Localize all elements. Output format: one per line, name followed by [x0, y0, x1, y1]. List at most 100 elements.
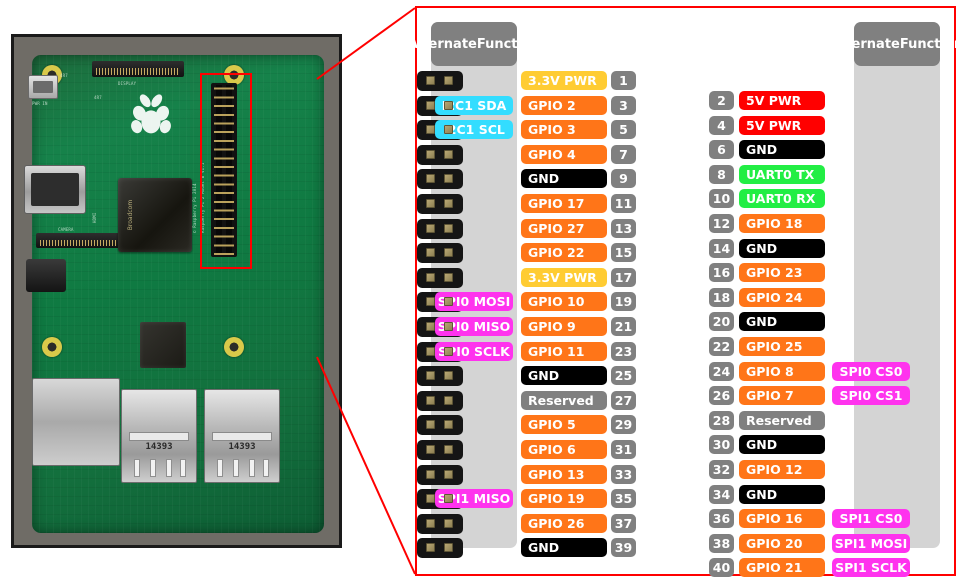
pinout-row: SPI0 MOSI GPIO 10 19 20 GND [417, 292, 954, 332]
pin-name-17: 3.3V PWR [521, 267, 607, 287]
usb-ports-right: 14393 [204, 389, 280, 483]
pin-number-23: 23 [611, 341, 636, 361]
pin-number-15: 15 [611, 243, 636, 263]
pin-name-1: 3.3V PWR [521, 71, 607, 90]
pinout-row: SPI0 SCLK GPIO 11 23 24 GPIO 8 SPI0 CS0 [417, 341, 954, 381]
pinout-row: GPIO 17 11 12 GPIO 18 [417, 194, 954, 233]
pinout-row: I2C1 SDA GPIO 2 3 4 5V PWR [417, 95, 954, 135]
pinout-row: GPIO 4 7 8 UART0 TX [417, 144, 954, 184]
pin-name-23: GPIO 11 [521, 341, 607, 361]
silk-pwr-in: PWR IN [32, 101, 48, 106]
ethernet-connector [32, 378, 120, 466]
pin-number-13: 13 [611, 218, 636, 238]
pin-number-33: 33 [611, 464, 636, 484]
silk-hdmi: HDMI [92, 212, 97, 223]
header-connector-pair-13-14 [417, 218, 463, 239]
pin-number-1: 1 [611, 71, 636, 90]
mounting-hole-bottom-left [42, 337, 62, 357]
micro-usb-power-connector [28, 75, 58, 99]
pinout-row: SPI1 MISO GPIO 19 35 36 GPIO 16 SPI1 CS0 [417, 489, 954, 529]
pinout-row: I2C1 SCL GPIO 3 5 6 GND [417, 120, 954, 160]
pin-name-13: GPIO 27 [521, 218, 607, 238]
pin-number-29: 29 [611, 415, 636, 435]
pin-name-37: GPIO 26 [521, 513, 607, 533]
pin-number-25: 25 [611, 366, 636, 386]
header-connector-pair-31-32 [417, 440, 463, 460]
soc-chip-text: Broadcom [127, 199, 134, 231]
pinout-row: GND 25 26 GPIO 7 SPI0 CS1 [417, 366, 954, 406]
pin-number-37: 37 [611, 513, 636, 533]
header-connector-pair-17-18 [417, 267, 463, 288]
pin-number-39: 39 [611, 538, 636, 558]
gpio-pinout-panel: Alternate Function Alternate Function 3.3V… [408, 6, 961, 578]
header-connector-pair-39-40 [417, 538, 463, 559]
usb-ports-left: 14393 [121, 389, 197, 483]
header-connector-pair-11-12 [417, 194, 463, 214]
pin-name-33: GPIO 13 [521, 464, 607, 484]
camera-flex-connector [36, 233, 120, 248]
silk-camera: CAMERA [58, 227, 74, 232]
pinout-row: GND 9 10 UART0 RX [417, 169, 954, 209]
header-connector-pair-25-26 [417, 366, 463, 387]
header-connector-pair-15-16 [417, 243, 463, 264]
pinout-row: GND 39 40 GPIO 21 SPI1 SCLK [417, 538, 954, 578]
pin-number-31: 31 [611, 440, 636, 459]
pin-number-17: 17 [611, 267, 636, 287]
gpio-highlight-box [200, 73, 252, 269]
pin-name-25: GND [521, 366, 607, 386]
pinout-rows: 3.3V PWR 1 2 5V PWR I2C1 SDA GPIO 2 3 4 5V PWR I2… [417, 8, 954, 578]
silk-display: DISPLAY [118, 81, 137, 86]
audio-video-jack [26, 259, 66, 292]
pin-number-11: 11 [611, 194, 636, 213]
pinout-row: GPIO 26 37 38 GPIO 20 SPI1 MOSI [417, 513, 954, 553]
broadcom-soc-chip: Broadcom [118, 178, 192, 252]
pinout-row: GPIO 6 31 32 GPIO 12 [417, 440, 954, 479]
pin-name-21: GPIO 9 [521, 317, 607, 336]
pin-name-7: GPIO 4 [521, 144, 607, 164]
header-connector-pair-7-8 [417, 144, 463, 165]
header-connector-pair-29-30 [417, 415, 463, 436]
pinout-row: 3.3V PWR 17 18 GPIO 24 [417, 267, 954, 307]
header-connector-pair-27-28 [417, 390, 463, 411]
hdmi-connector [24, 165, 86, 214]
silk-4R7-b: 4R7 [94, 95, 102, 100]
pin-name-29: GPIO 5 [521, 415, 607, 435]
pin-number-3: 3 [611, 95, 636, 115]
silk-copyright: © Raspberry Pi 2014 [192, 183, 197, 233]
usb-label-left: 14393 [145, 441, 173, 452]
raspberry-pi-board-photo: 14393 14393 Broadcom DISPLAY HDMI CAMERA… [11, 34, 342, 548]
pin-number-5: 5 [611, 120, 636, 140]
pin-name-9: GND [521, 169, 607, 189]
mounting-hole-bottom-right [224, 337, 244, 357]
pin-number-27: 27 [611, 390, 636, 410]
pin-number-9: 9 [611, 169, 636, 189]
pin-name-40: GPIO 21 [739, 558, 825, 578]
pin-name-3: GPIO 2 [521, 95, 607, 115]
alt-function-right-pin-40: SPI1 SCLK [832, 558, 910, 578]
pinout-row: GPIO 5 29 30 GND [417, 415, 954, 455]
pin-number-35: 35 [611, 489, 636, 509]
pinout-row: 3.3V PWR 1 2 5V PWR [417, 71, 954, 110]
pin-name-11: GPIO 17 [521, 194, 607, 213]
pin-number-7: 7 [611, 144, 636, 164]
pin-name-39: GND [521, 538, 607, 558]
pin-number-40: 40 [709, 558, 734, 578]
pin-number-19: 19 [611, 292, 636, 312]
silk-4r7-a: 4R7 [60, 73, 68, 78]
pin-name-35: GPIO 19 [521, 489, 607, 509]
pin-name-27: Reserved [521, 390, 607, 410]
pin-name-15: GPIO 22 [521, 243, 607, 263]
pin-number-21: 21 [611, 317, 636, 336]
display-flex-connector [92, 61, 184, 77]
header-connector-pair-37-38 [417, 513, 463, 534]
pin-name-31: GPIO 6 [521, 440, 607, 459]
pin-name-5: GPIO 3 [521, 120, 607, 140]
usb-label-right: 14393 [228, 441, 256, 452]
header-connector-pair-9-10 [417, 169, 463, 190]
pin-name-19: GPIO 10 [521, 292, 607, 312]
pinout-row: GPIO 22 15 16 GPIO 23 [417, 243, 954, 283]
raspberry-pi-logo [131, 94, 171, 134]
header-connector-pair-1-2 [417, 71, 463, 91]
pinout-row: GPIO 27 13 14 GND [417, 218, 954, 258]
lan-controller-chip [140, 322, 186, 368]
